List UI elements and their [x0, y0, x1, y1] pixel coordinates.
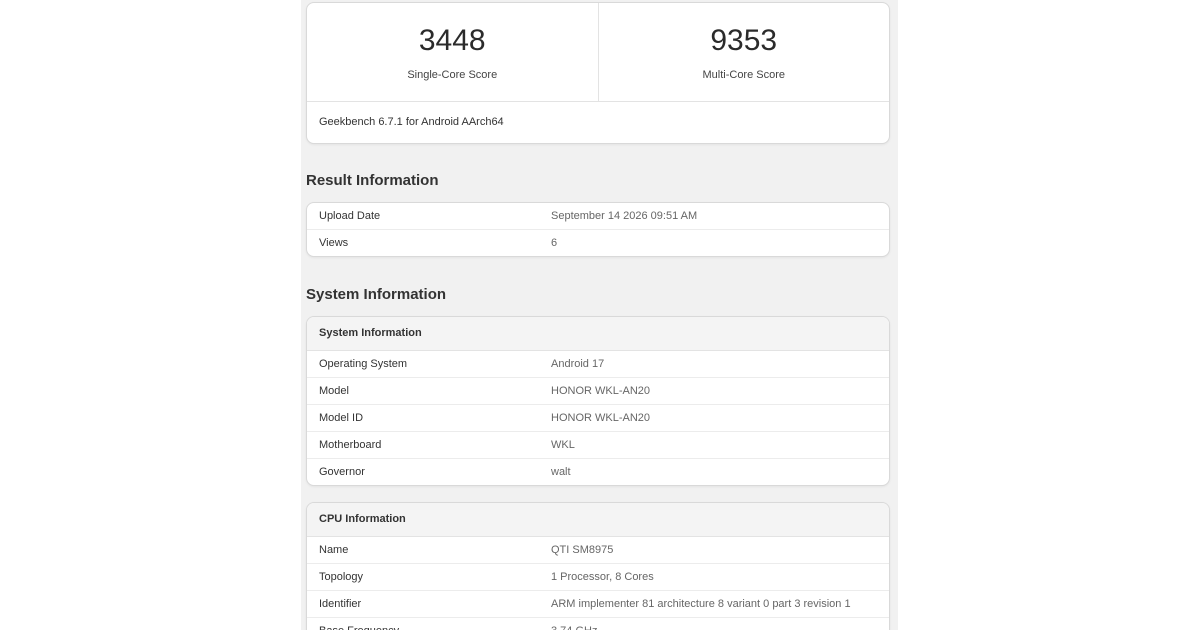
single-core-label: Single-Core Score: [407, 69, 498, 81]
row-value: walt: [551, 466, 571, 478]
result-info-card: Upload Date September 14 2026 09:51 AM V…: [306, 202, 890, 257]
cpu-info-header: CPU Information: [307, 503, 889, 537]
row-key: Governor: [319, 466, 365, 478]
table-row: Motherboard WKL: [307, 431, 889, 458]
score-card: 3448 Single-Core Score 9353 Multi-Core S…: [306, 2, 890, 144]
multi-core-label: Multi-Core Score: [702, 69, 786, 81]
system-info-header: System Information: [307, 317, 889, 351]
table-row: Identifier ARM implementer 81 architectu…: [307, 590, 889, 617]
row-value: Android 17: [551, 358, 605, 370]
row-value: 6: [551, 237, 558, 249]
system-info-title: System Information: [306, 286, 447, 303]
table-row: Operating System Android 17: [307, 351, 889, 377]
row-key: Topology: [319, 571, 364, 583]
result-info-title: Result Information: [306, 172, 439, 189]
row-value: QTI SM8975: [551, 544, 614, 556]
single-core-score: 3448: [418, 24, 486, 57]
row-value: HONOR WKL-AN20: [551, 412, 651, 424]
table-row: Topology 1 Processor, 8 Cores: [307, 563, 889, 590]
multi-core-score: 9353: [710, 24, 778, 57]
score-row: 3448 Single-Core Score 9353 Multi-Core S…: [307, 3, 889, 102]
row-key: Views: [319, 237, 349, 249]
result-page: 3448 Single-Core Score 9353 Multi-Core S…: [301, 0, 898, 630]
row-key: Model: [319, 385, 349, 397]
row-value: HONOR WKL-AN20: [551, 385, 651, 397]
table-row: Upload Date September 14 2026 09:51 AM: [307, 203, 889, 229]
table-row: Governor walt: [307, 458, 889, 485]
cpu-info-card: CPU Information Name QTI SM8975 Topology…: [306, 502, 890, 630]
cpu-info-rows: Name QTI SM8975 Topology 1 Processor, 8 …: [307, 537, 889, 630]
row-value: 3.74 GHz: [551, 618, 597, 630]
benchmark-version: Geekbench 6.7.1 for Android AArch64: [319, 116, 504, 128]
row-key: Base Frequency: [307, 618, 551, 630]
table-row: Model HONOR WKL-AN20: [307, 377, 889, 404]
row-value: WKL: [551, 439, 575, 451]
system-info-rows: Operating System Android 17 Model HONOR …: [307, 351, 889, 485]
row-key: Identifier: [319, 598, 362, 610]
row-key: Operating System: [319, 358, 408, 370]
row-key: Model ID: [319, 412, 364, 424]
row-key: Name: [319, 544, 349, 556]
row-key: Upload Date: [319, 210, 381, 222]
row-key: Motherboard: [319, 439, 382, 451]
table-row: Base Frequency 3.74 GHz: [307, 617, 889, 630]
single-core-cell: 3448 Single-Core Score: [307, 3, 598, 101]
table-row: Name QTI SM8975: [307, 537, 889, 563]
system-info-card: System Information Operating System Andr…: [306, 316, 890, 486]
row-value: 1 Processor, 8 Cores: [551, 571, 654, 583]
row-value: September 14 2026 09:51 AM: [551, 210, 698, 222]
row-value: ARM implementer 81 architecture 8 varian…: [551, 598, 851, 610]
table-row: Model ID HONOR WKL-AN20: [307, 404, 889, 431]
table-row: Views 6: [307, 229, 889, 256]
multi-core-cell: 9353 Multi-Core Score: [597, 3, 890, 101]
